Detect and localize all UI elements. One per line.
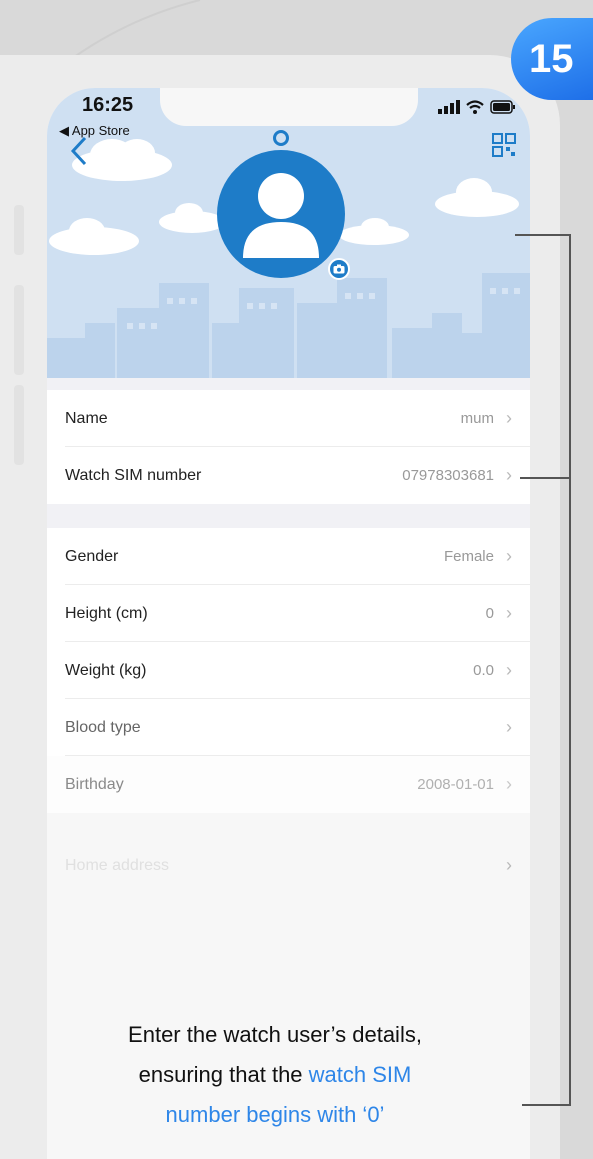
instruction-caption: Enter the watch user’s details, ensuring…	[55, 1015, 495, 1135]
caption-text: ensuring that the	[138, 1062, 309, 1087]
caption-highlight: watch SIM	[308, 1062, 412, 1087]
caption-line: ensuring that the watch SIM	[55, 1055, 495, 1095]
caption-line: Enter the watch user’s details,	[128, 1022, 422, 1047]
caption-highlight: number begins with ‘0’	[165, 1102, 385, 1127]
annotation-bracket	[515, 234, 571, 1106]
